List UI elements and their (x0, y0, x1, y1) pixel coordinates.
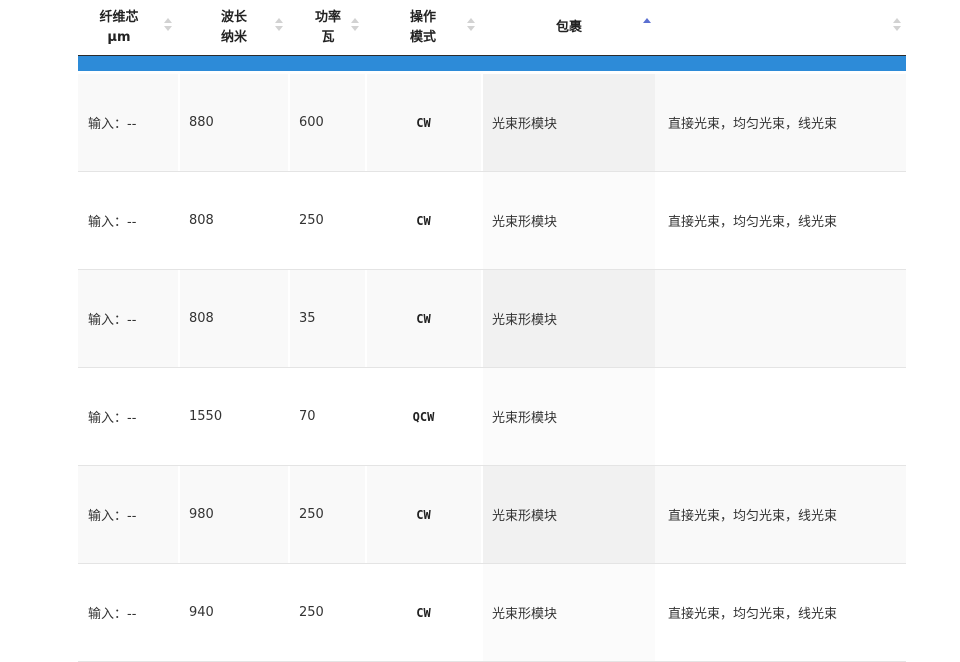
column-header-fiber-core[interactable]: 纤维芯 μm (78, 0, 160, 55)
table-row[interactable]: 输入：-- 808 250 CW 光束形模块 直接光束，均匀光束，线光束 (78, 172, 906, 270)
column-header-sublabel: 瓦 (321, 29, 335, 45)
package-cell: 光束形模块 (483, 172, 655, 269)
table-row[interactable]: 输入：-- 1550 70 QCW 光束形模块 (78, 368, 906, 466)
column-header-operation-mode[interactable]: 操作 模式 (366, 0, 480, 55)
mode-cell: CW (416, 213, 431, 228)
column-header-description[interactable] (658, 0, 906, 55)
description-cell: 直接光束，均匀光束，线光束 (668, 117, 838, 132)
mode-cell: CW (416, 115, 431, 130)
sort-icon[interactable] (351, 17, 359, 33)
power-cell: 250 (299, 605, 324, 620)
package-cell: 光束形模块 (483, 270, 655, 367)
fiber-core-cell: 输入：-- (88, 509, 137, 524)
column-header-label: 包裹 (555, 19, 582, 35)
column-header-sublabel: 纳米 (220, 29, 247, 45)
package-cell: 光束形模块 (483, 564, 655, 661)
package-cell: 光束形模块 (483, 74, 655, 171)
fiber-core-cell: 输入：-- (88, 607, 137, 622)
mode-cell: QCW (412, 409, 435, 424)
package-cell: 光束形模块 (483, 368, 655, 465)
sort-icon[interactable] (467, 17, 475, 33)
table-body: 输入：-- 880 600 CW 光束形模块 直接光束，均匀光束，线光束 输入：… (78, 74, 906, 662)
table-row[interactable]: 输入：-- 980 250 CW 光束形模块 直接光束，均匀光束，线光束 (78, 466, 906, 564)
product-table: 纤维芯 μm 波长纳米 功率瓦 操作模式 包裹 输入：-- 880 600 (78, 0, 906, 662)
power-cell: 70 (299, 409, 316, 424)
power-cell: 600 (299, 115, 324, 130)
wavelength-cell: 808 (189, 311, 214, 326)
fiber-core-cell: 输入：-- (88, 215, 137, 230)
wavelength-cell: 808 (189, 213, 214, 228)
description-cell: 直接光束，均匀光束，线光束 (668, 509, 838, 524)
table-row[interactable]: 输入：-- 940 250 CW 光束形模块 直接光束，均匀光束，线光束 (78, 564, 906, 662)
column-header-sublabel: 模式 (409, 29, 436, 45)
description-cell (668, 270, 904, 367)
column-header-sublabel: μm (107, 29, 131, 45)
header-accent-bar (78, 56, 906, 71)
wavelength-cell: 1550 (189, 409, 223, 424)
power-cell: 35 (299, 311, 316, 326)
description-cell (668, 368, 904, 465)
power-cell: 250 (299, 213, 324, 228)
fiber-core-cell: 输入：-- (88, 117, 137, 132)
sort-ascending-icon[interactable] (643, 17, 651, 33)
column-header-wavelength[interactable]: 波长 纳米 (178, 0, 290, 55)
wavelength-cell: 880 (189, 115, 214, 130)
sort-icon[interactable] (275, 17, 283, 33)
mode-cell: CW (416, 507, 431, 522)
wavelength-cell: 940 (189, 605, 214, 620)
description-cell: 直接光束，均匀光束，线光束 (668, 215, 838, 230)
sort-icon[interactable] (164, 17, 172, 33)
column-header-label: 操作 (409, 9, 436, 25)
table-row[interactable]: 输入：-- 808 35 CW 光束形模块 (78, 270, 906, 368)
table-header: 纤维芯 μm 波长纳米 功率瓦 操作模式 包裹 (78, 0, 906, 56)
mode-cell: CW (416, 605, 431, 620)
wavelength-cell: 980 (189, 507, 214, 522)
column-header-label: 功率 (314, 9, 341, 25)
fiber-core-cell: 输入：-- (88, 411, 137, 426)
description-cell: 直接光束，均匀光束，线光束 (668, 607, 838, 622)
mode-cell: CW (416, 311, 431, 326)
column-header-label: 纤维芯 (99, 9, 139, 25)
power-cell: 250 (299, 507, 324, 522)
column-header-label: 波长 (220, 9, 247, 25)
fiber-core-cell: 输入：-- (88, 313, 137, 328)
package-cell: 光束形模块 (483, 466, 655, 563)
sort-icon[interactable] (893, 17, 901, 33)
table-row[interactable]: 输入：-- 880 600 CW 光束形模块 直接光束，均匀光束，线光束 (78, 74, 906, 172)
column-header-package[interactable]: 包裹 (482, 0, 656, 55)
